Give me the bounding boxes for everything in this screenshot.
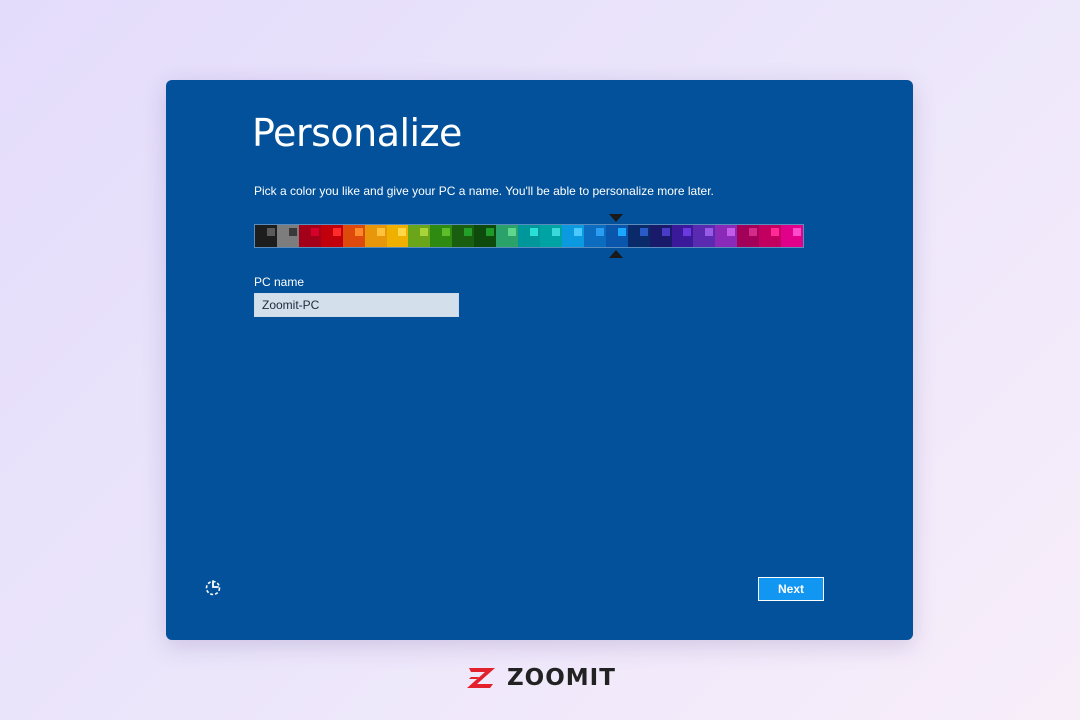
color-swatch-accent xyxy=(464,228,473,236)
color-swatch[interactable] xyxy=(561,225,584,247)
color-swatch-accent xyxy=(398,228,407,236)
ease-of-access-icon[interactable] xyxy=(203,578,223,598)
instruction-text: Pick a color you like and give your PC a… xyxy=(254,184,714,198)
color-swatch-selected[interactable] xyxy=(605,225,628,247)
color-swatch-accent xyxy=(486,228,495,236)
color-swatch[interactable] xyxy=(386,225,409,247)
color-swatch-accent xyxy=(529,228,538,236)
color-swatch[interactable] xyxy=(255,225,277,247)
color-swatch[interactable] xyxy=(276,225,299,247)
color-swatch[interactable] xyxy=(518,225,540,247)
color-swatch[interactable] xyxy=(408,225,431,247)
brand-logo: ZOOMIT xyxy=(465,664,616,692)
color-swatch-accent xyxy=(639,228,648,236)
color-swatch[interactable] xyxy=(452,225,475,247)
color-swatch-accent xyxy=(332,228,341,236)
zoomit-logo-icon xyxy=(467,668,495,688)
color-swatch-accent xyxy=(573,228,582,236)
color-swatch-accent xyxy=(288,228,297,236)
color-picker[interactable] xyxy=(254,224,804,248)
color-swatch[interactable] xyxy=(693,225,716,247)
color-swatch[interactable] xyxy=(364,225,387,247)
next-button[interactable]: Next xyxy=(758,577,824,601)
setup-window: Personalize Pick a color you like and gi… xyxy=(166,80,913,640)
color-swatch-accent xyxy=(376,228,385,236)
color-swatch[interactable] xyxy=(715,225,738,247)
color-swatch[interactable] xyxy=(649,225,672,247)
color-swatch-accent xyxy=(617,228,626,236)
color-swatch[interactable] xyxy=(298,225,321,247)
color-swatch-accent xyxy=(793,228,802,236)
pc-name-label: PC name xyxy=(254,275,305,289)
color-swatch-accent xyxy=(420,228,429,236)
color-swatch-accent xyxy=(749,228,758,236)
color-swatch-accent xyxy=(683,228,692,236)
color-swatch[interactable] xyxy=(474,225,497,247)
color-swatch-accent xyxy=(354,228,363,236)
color-swatch-accent xyxy=(310,228,319,236)
color-swatch-accent xyxy=(595,228,604,236)
color-swatch[interactable] xyxy=(342,225,365,247)
color-swatch[interactable] xyxy=(496,225,519,247)
color-swatch[interactable] xyxy=(539,225,562,247)
selected-color-marker-top xyxy=(608,214,623,222)
pc-name-input[interactable] xyxy=(254,293,459,317)
color-swatch[interactable] xyxy=(759,225,782,247)
color-swatch-accent xyxy=(508,228,517,236)
color-swatch-accent xyxy=(705,228,714,236)
color-swatch[interactable] xyxy=(781,225,804,247)
color-swatch[interactable] xyxy=(320,225,343,247)
page-title: Personalize xyxy=(252,111,462,155)
color-swatch[interactable] xyxy=(583,225,606,247)
color-swatch-accent xyxy=(266,228,275,236)
color-swatch-accent xyxy=(442,228,451,236)
color-swatch[interactable] xyxy=(430,225,453,247)
color-swatch-accent xyxy=(771,228,780,236)
color-swatch[interactable] xyxy=(671,225,694,247)
color-swatch-accent xyxy=(661,228,670,236)
brand-name: ZOOMIT xyxy=(507,665,616,691)
color-swatch[interactable] xyxy=(737,225,760,247)
selected-color-marker-bottom xyxy=(608,250,623,258)
color-swatch-accent xyxy=(551,228,560,236)
color-swatch-accent xyxy=(727,228,736,236)
color-swatch[interactable] xyxy=(627,225,650,247)
